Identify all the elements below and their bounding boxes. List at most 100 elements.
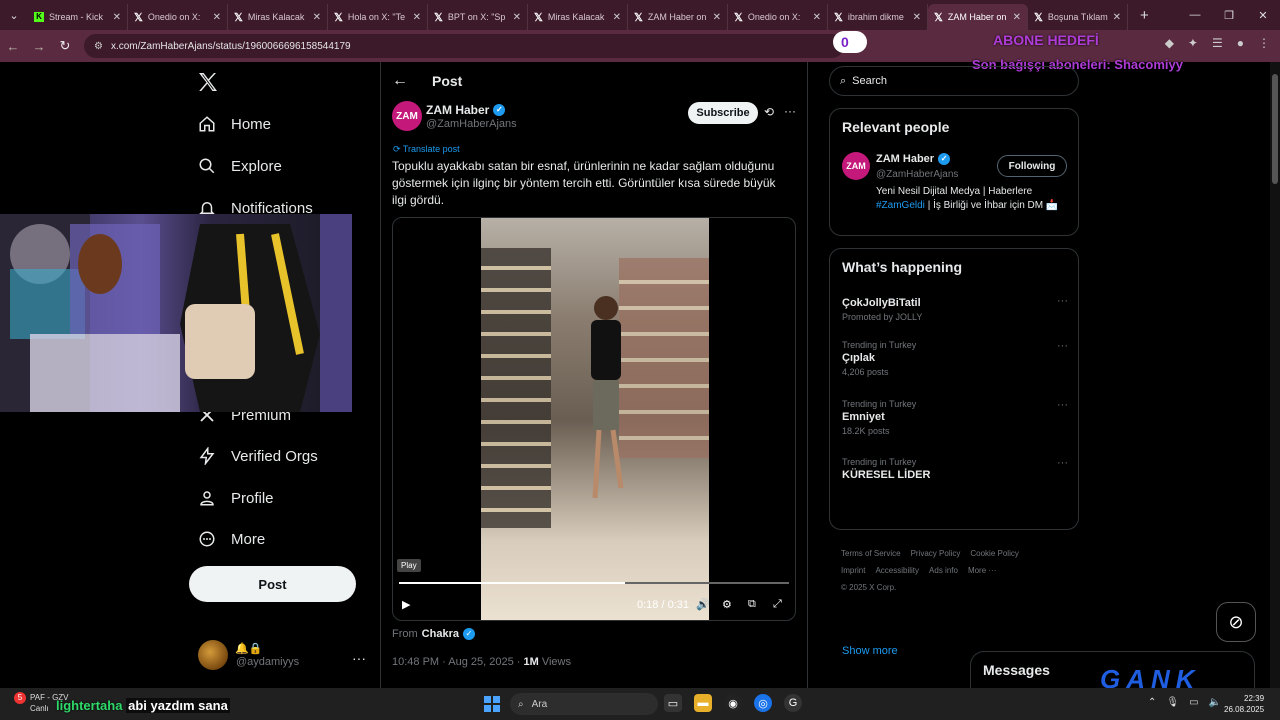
close-window-icon[interactable]: ✕ bbox=[1246, 0, 1280, 30]
browser-tab[interactable]: 𝕏 ZAM Haber on ✕ bbox=[628, 4, 728, 30]
relevant-name[interactable]: ZAM Haber ✓ bbox=[876, 153, 951, 165]
taskbar-search[interactable]: ⌕ Ara bbox=[510, 693, 658, 715]
tray-expand-icon[interactable]: ⌃ bbox=[1148, 697, 1156, 708]
url-field[interactable]: ⚙ x.com/ZamHaberAjans/status/19600666961… bbox=[84, 34, 844, 58]
tab-close-icon[interactable]: ✕ bbox=[613, 12, 621, 23]
volume-icon[interactable]: 🔊 bbox=[696, 598, 710, 611]
trend-item[interactable]: ÇokJollyBiTatil Promoted by JOLLY ··· bbox=[842, 295, 1068, 322]
taskbar-clock[interactable]: 22:39 26.08.2025 bbox=[1224, 693, 1264, 715]
browser-tab[interactable]: 𝕏 Onedio on X: ✕ bbox=[728, 4, 828, 30]
back-icon[interactable]: ← bbox=[0, 39, 26, 54]
x-logo-icon[interactable] bbox=[196, 70, 220, 94]
new-tab-icon[interactable]: + bbox=[1140, 7, 1149, 24]
tab-close-icon[interactable]: ✕ bbox=[513, 12, 521, 23]
trend-more-icon[interactable]: ··· bbox=[1057, 340, 1068, 352]
grok-fab-icon[interactable]: ⊘ bbox=[1216, 602, 1256, 642]
browser-tab[interactable]: 𝕏 Boşuna Tıklam ✕ bbox=[1028, 4, 1128, 30]
windows-start-icon[interactable] bbox=[484, 696, 500, 712]
from-source-link[interactable]: Chakra bbox=[422, 628, 459, 640]
puzzle-icon[interactable]: ✦ bbox=[1188, 36, 1198, 50]
tab-search-icon[interactable]: ⌄ bbox=[0, 0, 28, 30]
forward-icon[interactable]: → bbox=[26, 39, 52, 54]
scrollbar-thumb[interactable] bbox=[1272, 74, 1278, 184]
tab-close-icon[interactable]: ✕ bbox=[113, 12, 121, 23]
browser-tab[interactable]: 𝕏 Miras Kalacak ✕ bbox=[528, 4, 628, 30]
tab-close-icon[interactable]: ✕ bbox=[213, 12, 221, 23]
browser-tab[interactable]: K Stream - Kick ✕ bbox=[28, 4, 128, 30]
trend-item[interactable]: Trending in Turkey Çıplak 4,206 posts ··· bbox=[842, 340, 1068, 377]
post-timestamp[interactable]: 10:48 PM · Aug 25, 2025 · bbox=[392, 656, 520, 668]
task-view-icon[interactable]: ▭ bbox=[664, 694, 682, 712]
following-button[interactable]: Following bbox=[997, 155, 1067, 177]
settings-icon[interactable]: ⚙ bbox=[722, 598, 732, 611]
maximize-icon[interactable]: ❐ bbox=[1212, 0, 1246, 30]
back-arrow-icon[interactable]: ← bbox=[392, 72, 408, 90]
author-avatar[interactable]: ZAM bbox=[392, 101, 422, 131]
tab-close-icon[interactable]: ✕ bbox=[713, 12, 721, 23]
page-scrollbar[interactable] bbox=[1270, 62, 1280, 688]
reading-list-icon[interactable]: ☰ bbox=[1212, 36, 1223, 50]
nav-item-home[interactable]: Home bbox=[197, 114, 271, 134]
show-more-link[interactable]: Show more bbox=[842, 645, 898, 657]
trend-more-icon[interactable]: ··· bbox=[1057, 295, 1068, 307]
tab-close-icon[interactable]: ✕ bbox=[813, 12, 821, 23]
author-handle[interactable]: @ZamHaberAjans bbox=[426, 118, 517, 130]
nav-item-verified-orgs[interactable]: Verified Orgs bbox=[197, 446, 318, 466]
tab-close-icon[interactable]: ✕ bbox=[313, 12, 321, 23]
nav-item-profile[interactable]: Profile bbox=[197, 488, 274, 508]
nav-item-explore[interactable]: Explore bbox=[197, 156, 282, 176]
bio-hashtag[interactable]: #ZamGeldi bbox=[876, 200, 925, 211]
search-input[interactable]: ⌕ Search bbox=[829, 66, 1079, 96]
video-progress-bar[interactable] bbox=[399, 582, 789, 584]
play-icon[interactable]: ▶ bbox=[402, 598, 410, 611]
trend-item[interactable]: Trending in Turkey Emniyet 18.2K posts ··· bbox=[842, 399, 1068, 436]
tab-close-icon[interactable]: ✕ bbox=[913, 12, 921, 23]
browser-tab[interactable]: 𝕏 Hola on X: "Te ✕ bbox=[328, 4, 428, 30]
footer-link[interactable]: Accessibility bbox=[875, 566, 919, 575]
author-name[interactable]: ZAM Haber ✓ bbox=[426, 103, 506, 117]
profile-icon[interactable]: ● bbox=[1237, 36, 1244, 50]
fullscreen-icon[interactable]: ⤢ bbox=[773, 598, 782, 611]
footer-link[interactable]: More ··· bbox=[968, 566, 996, 575]
browser-tab[interactable]: 𝕏 Miras Kalacak ✕ bbox=[228, 4, 328, 30]
chrome-icon[interactable]: ◎ bbox=[754, 694, 772, 712]
nav-item-more[interactable]: More bbox=[197, 529, 265, 549]
speaker-icon[interactable]: 🔈 bbox=[1209, 697, 1221, 708]
browser-tab[interactable]: 𝕏 ZAM Haber on ✕ bbox=[928, 4, 1028, 30]
extension-icon[interactable]: ◆ bbox=[1165, 36, 1174, 50]
obs-icon[interactable]: ◉ bbox=[724, 694, 742, 712]
browser-tab[interactable]: 𝕏ibrahim dikme ✕ bbox=[828, 4, 928, 30]
microphone-icon[interactable]: 🎙 bbox=[1166, 697, 1179, 708]
account-more-icon[interactable]: ··· bbox=[352, 650, 366, 666]
trend-item[interactable]: Trending in Turkey KÜRESEL LİDER ··· bbox=[842, 457, 1068, 481]
trend-more-icon[interactable]: ··· bbox=[1057, 457, 1068, 469]
trend-more-icon[interactable]: ··· bbox=[1057, 399, 1068, 411]
reload-icon[interactable]: ↻ bbox=[52, 38, 78, 54]
minimize-icon[interactable]: — bbox=[1178, 0, 1212, 30]
footer-link[interactable]: Ads info bbox=[929, 566, 958, 575]
site-info-icon[interactable]: ⚙ bbox=[94, 41, 103, 52]
picture-in-picture-icon[interactable]: ⧉ bbox=[748, 598, 756, 611]
footer-link[interactable]: Cookie Policy bbox=[970, 549, 1018, 558]
account-switcher[interactable]: 🔔🔒 @aydamiyys bbox=[198, 640, 299, 670]
app-g-icon[interactable]: G bbox=[784, 694, 802, 712]
post-more-icon[interactable]: ··· bbox=[784, 104, 796, 118]
footer-link[interactable]: Terms of Service bbox=[841, 549, 901, 558]
browser-tab[interactable]: 𝕏 Onedio on X: ✕ bbox=[128, 4, 228, 30]
video-player[interactable] bbox=[392, 217, 796, 621]
subscribe-button[interactable]: Subscribe bbox=[688, 102, 758, 124]
tab-close-icon[interactable]: ✕ bbox=[1113, 12, 1121, 23]
footer-link[interactable]: Imprint bbox=[841, 566, 865, 575]
tab-close-icon[interactable]: ✕ bbox=[413, 12, 421, 23]
network-icon[interactable]: ▭ bbox=[1189, 697, 1198, 708]
file-explorer-icon[interactable]: ▬ bbox=[694, 694, 712, 712]
browser-menu-icon[interactable]: ⋮ bbox=[1258, 36, 1270, 50]
grok-icon[interactable]: ⟲ bbox=[764, 105, 774, 119]
browser-tab[interactable]: 𝕏 BPT on X: "Sp ✕ bbox=[428, 4, 528, 30]
translate-post-link[interactable]: ⟳ Translate post bbox=[393, 144, 460, 155]
footer-link[interactable]: Privacy Policy bbox=[911, 549, 961, 558]
relevant-avatar[interactable]: ZAM bbox=[842, 152, 870, 180]
compose-post-button[interactable]: Post bbox=[189, 566, 356, 602]
relevant-handle[interactable]: @ZamHaberAjans bbox=[876, 169, 958, 180]
tab-close-icon[interactable]: ✕ bbox=[1013, 12, 1021, 23]
